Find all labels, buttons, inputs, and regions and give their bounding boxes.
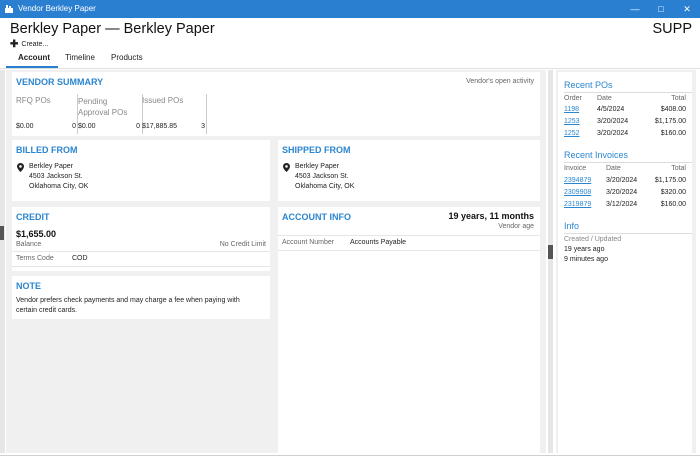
sidebar: Recent POs Order Date Total 1198 4/5/202…: [556, 70, 696, 453]
summary-divider: [206, 94, 207, 134]
credit-balance: $1,655.00: [16, 229, 57, 239]
table-row: 2319879 3/12/2024 $160.00: [564, 201, 686, 208]
page-title: Berkley Paper — Berkley Paper: [10, 21, 215, 37]
terms-code-label: Terms Code: [16, 255, 54, 262]
summary-issued-pos[interactable]: Issued POs $17,885.85 3: [142, 96, 205, 134]
table-row: 2394879 3/20/2024 $1,175.00: [564, 177, 686, 184]
billed-from-card: BILLED FROM Berkley Paper 4503 Jackson S…: [12, 140, 270, 201]
splitter-grip[interactable]: [548, 245, 553, 259]
credit-title: CREDIT: [16, 212, 50, 222]
created-value: 19 years ago: [564, 246, 605, 253]
tab-account[interactable]: Account: [18, 53, 50, 62]
updated-value: 9 minutes ago: [564, 256, 608, 263]
note-title: NOTE: [16, 281, 42, 291]
create-label: Create...: [21, 41, 49, 48]
location-pin-icon: [283, 163, 290, 172]
account-number-label: Account Number: [282, 239, 335, 246]
shipped-from-name: Berkley Paper: [295, 163, 339, 170]
right-splitter[interactable]: [548, 70, 553, 453]
issued-amount: $17,885.85: [142, 123, 178, 130]
credit-divider: [12, 251, 270, 252]
plus-icon: ✚: [10, 39, 19, 50]
tab-divider: [0, 68, 700, 69]
credit-divider: [12, 266, 270, 267]
invoice-link[interactable]: 2394879: [564, 177, 591, 184]
sidebar-panel: Recent POs Order Date Total 1198 4/5/202…: [558, 72, 692, 453]
invoice-link[interactable]: 2309908: [564, 189, 591, 196]
po-link[interactable]: 1253: [564, 118, 580, 125]
vendor-age: 19 years, 11 months: [448, 211, 534, 221]
invoice-link[interactable]: 2319879: [564, 201, 591, 208]
recent-pos-title: Recent POs: [564, 80, 613, 90]
shipped-from-card: SHIPPED FROM Berkley Paper 4503 Jackson …: [278, 140, 540, 201]
account-info-card: ACCOUNT INFO 19 years, 11 months Vendor …: [278, 207, 540, 453]
credit-card: CREDIT $1,655.00 Balance No Credit Limit…: [12, 207, 270, 271]
vendor-summary-title: VENDOR SUMMARY: [16, 77, 104, 87]
tab-products[interactable]: Products: [111, 53, 143, 62]
app-icon: [5, 5, 13, 13]
vendor-age-label: Vendor age: [498, 223, 534, 230]
note-text-line1: Vendor prefers check payments and may ch…: [16, 297, 240, 304]
window-titlebar: Vendor Berkley Paper — □ ✕: [0, 0, 700, 18]
recent-pos-header-total: Total: [671, 95, 686, 102]
credit-limit: No Credit Limit: [219, 241, 266, 248]
open-activity-note: Vendor's open activity: [466, 78, 534, 85]
note-text-line2: certain credit cards.: [16, 307, 78, 314]
created-updated-label: Created / Updated: [564, 236, 622, 243]
vendor-code: SUPP: [652, 21, 693, 37]
issued-count: 3: [201, 123, 205, 130]
recent-pos-divider: [564, 92, 692, 93]
billed-from-title: BILLED FROM: [16, 145, 78, 155]
pending-count: 0: [136, 123, 140, 130]
summary-pending-approval-pos[interactable]: Pending Approval POs $0.00 0: [78, 96, 140, 134]
splitter-grip[interactable]: [0, 226, 4, 240]
note-card: NOTE Vendor prefers check payments and m…: [12, 276, 270, 319]
po-link[interactable]: 1198: [564, 106, 579, 113]
account-number-value: Accounts Payable: [350, 239, 407, 246]
recent-invoices-header-invoice: Invoice: [564, 165, 587, 172]
table-row: 1198 4/5/2024 $408.00: [564, 106, 686, 113]
table-row: 1252 3/20/2024 $160.00: [564, 130, 686, 137]
recent-invoices-title: Recent Invoices: [564, 150, 629, 160]
maximize-button[interactable]: □: [648, 0, 674, 18]
account-info-divider: [278, 250, 540, 251]
info-title: Info: [564, 221, 580, 231]
recent-pos-header-date: Date: [597, 95, 612, 102]
window-bottom-border: [0, 455, 700, 456]
close-button[interactable]: ✕: [674, 0, 700, 18]
billed-from-name: Berkley Paper: [29, 163, 73, 170]
left-splitter[interactable]: [0, 70, 5, 453]
billed-from-street: 4503 Jackson St.: [29, 173, 83, 180]
recent-invoices-divider: [564, 162, 692, 163]
po-link[interactable]: 1252: [564, 130, 580, 137]
rfq-count: 0: [72, 123, 76, 130]
shipped-from-title: SHIPPED FROM: [282, 145, 351, 155]
account-panel: VENDOR SUMMARY Vendor's open activity RF…: [6, 70, 546, 453]
recent-invoices-header-date: Date: [606, 165, 621, 172]
location-pin-icon: [17, 163, 24, 172]
info-divider: [564, 233, 692, 234]
terms-code-value: COD: [72, 255, 88, 262]
account-info-divider: [278, 235, 540, 236]
vendor-summary-card: VENDOR SUMMARY Vendor's open activity RF…: [12, 72, 540, 136]
billed-from-city: Oklahoma City, OK: [29, 183, 89, 190]
summary-rfq-pos[interactable]: RFQ POs $0.00 0: [16, 96, 76, 134]
recent-pos-header-order: Order: [564, 95, 582, 102]
shipped-from-city: Oklahoma City, OK: [295, 183, 355, 190]
window-title: Vendor Berkley Paper: [18, 4, 96, 13]
credit-balance-label: Balance: [16, 241, 42, 248]
tab-timeline[interactable]: Timeline: [65, 53, 95, 62]
table-row: 2309908 3/20/2024 $320.00: [564, 189, 686, 196]
create-button[interactable]: ✚ Create...: [10, 39, 48, 50]
table-row: 1253 3/20/2024 $1,175.00: [564, 118, 686, 125]
minimize-button[interactable]: —: [622, 0, 648, 18]
recent-invoices-header-total: Total: [671, 165, 686, 172]
pending-amount: $0.00: [78, 123, 96, 130]
rfq-amount: $0.00: [16, 123, 34, 130]
shipped-from-street: 4503 Jackson St.: [295, 173, 349, 180]
account-info-title: ACCOUNT INFO: [282, 212, 351, 222]
